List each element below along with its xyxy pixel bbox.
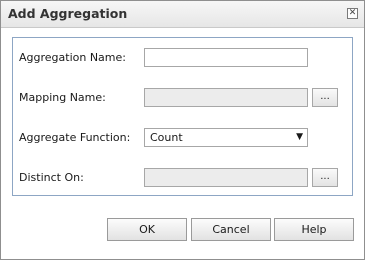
distinct-on-label: Distinct On: xyxy=(19,171,84,184)
help-button[interactable]: Help xyxy=(274,218,354,241)
title-bar: Add Aggregation ✕ xyxy=(1,1,364,28)
aggregate-function-value: Count xyxy=(150,131,183,144)
aggregation-name-label: Aggregation Name: xyxy=(19,51,126,64)
dropdown-arrow-icon: ▼ xyxy=(296,132,303,142)
dialog-title: Add Aggregation xyxy=(8,6,128,21)
close-icon[interactable]: ✕ xyxy=(347,8,358,19)
aggregate-function-label: Aggregate Function: xyxy=(19,131,131,144)
form-panel: Aggregation Name: Mapping Name: ... Aggr… xyxy=(12,37,353,196)
mapping-name-input xyxy=(144,88,308,107)
mapping-name-label: Mapping Name: xyxy=(19,91,106,104)
add-aggregation-dialog: Add Aggregation ✕ Aggregation Name: Mapp… xyxy=(0,0,365,260)
aggregation-name-input[interactable] xyxy=(144,48,308,67)
distinct-on-browse-button[interactable]: ... xyxy=(312,168,338,187)
aggregate-function-select[interactable]: Count ▼ xyxy=(144,128,308,147)
distinct-on-input xyxy=(144,168,308,187)
mapping-name-browse-button[interactable]: ... xyxy=(312,88,338,107)
cancel-button[interactable]: Cancel xyxy=(191,218,271,241)
ok-button[interactable]: OK xyxy=(107,218,187,241)
